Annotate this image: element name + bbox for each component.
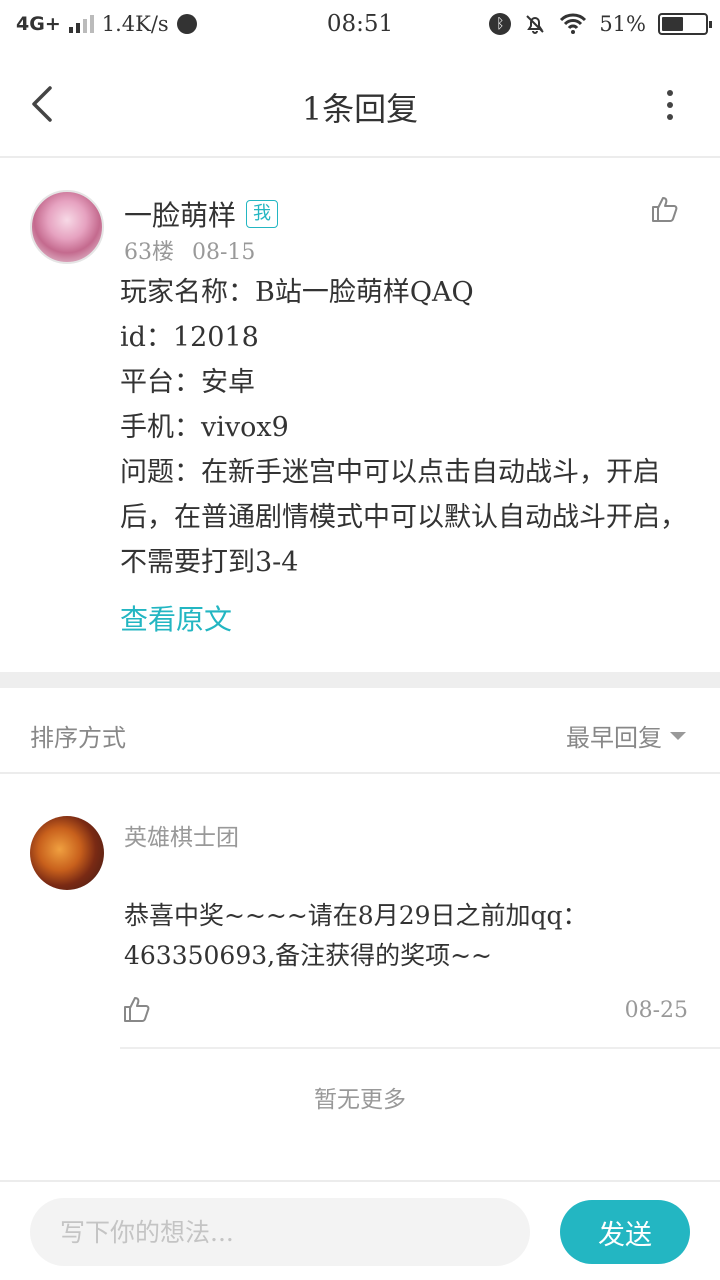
reply-item: 英雄棋士团 恭喜中奖~~~~请在8月29日之前加qq：463350693,备注获… [0,776,720,1048]
original-post: 一脸萌样 我 63楼 08-15 玩家名称：B站一脸萌样QAQ id：12018 … [0,160,720,672]
reply-date: 08-25 [624,998,688,1023]
send-button[interactable]: 发送 [560,1200,690,1264]
status-bar: 4G+ 1.4K/s 08:51 ᛒ 51% [0,0,720,50]
battery-icon [658,13,712,35]
no-more-text: 暂无更多 [314,1087,406,1113]
page-title: 1条回复 [301,90,419,128]
status-right: ᛒ 51% [489,12,712,36]
top-header: 1条回复 [0,50,720,158]
reply-content: 恭喜中奖~~~~请在8月29日之前加qq：463350693,备注获得的奖项~~ [124,901,588,970]
wifi-icon [560,13,587,34]
post-line: 平台：安卓 [120,367,255,398]
post-line: 玩家名称：B站一脸萌样QAQ [120,277,474,308]
sort-dropdown[interactable]: 最早回复 [566,718,686,753]
bluetooth-icon: ᛒ [489,13,512,35]
mute-bell-icon [526,15,545,34]
thumbs-up-icon[interactable] [650,194,680,224]
comment-input[interactable] [30,1198,530,1266]
post-line: 问题：在新手迷宫中可以点击自动战斗，开启后，在普通剧情模式中可以默认自动战斗开启… [120,457,687,578]
comment-bar: 发送 [0,1180,720,1280]
post-username[interactable]: 一脸萌样 [124,194,236,234]
more-options-icon[interactable] [664,90,676,120]
sort-label: 排序方式 [30,724,126,752]
thumbs-up-icon[interactable] [122,994,152,1024]
battery-fill [662,17,684,31]
battery-percent: 51% [599,12,646,36]
sort-bar: 排序方式 最早回复 [0,688,720,774]
reply-username[interactable]: 英雄棋士团 [124,818,239,852]
post-content: 玩家名称：B站一脸萌样QAQ id：12018 平台：安卓 手机：vivox9 … [120,270,700,585]
post-meta: 63楼 08-15 [124,234,255,266]
view-original-link[interactable]: 查看原文 [120,598,232,638]
post-floor: 63楼 [124,240,174,265]
post-date: 08-15 [192,240,256,265]
caret-down-icon [670,731,686,740]
avatar[interactable] [30,816,104,890]
post-author: 一脸萌样 我 [124,194,279,234]
sort-value: 最早回复 [566,724,662,752]
avatar[interactable] [30,190,104,264]
post-line: 手机：vivox9 [120,412,289,443]
section-divider [0,672,720,688]
me-badge: 我 [246,200,279,228]
reply-divider [120,1047,720,1049]
post-line: id：12018 [120,322,259,353]
